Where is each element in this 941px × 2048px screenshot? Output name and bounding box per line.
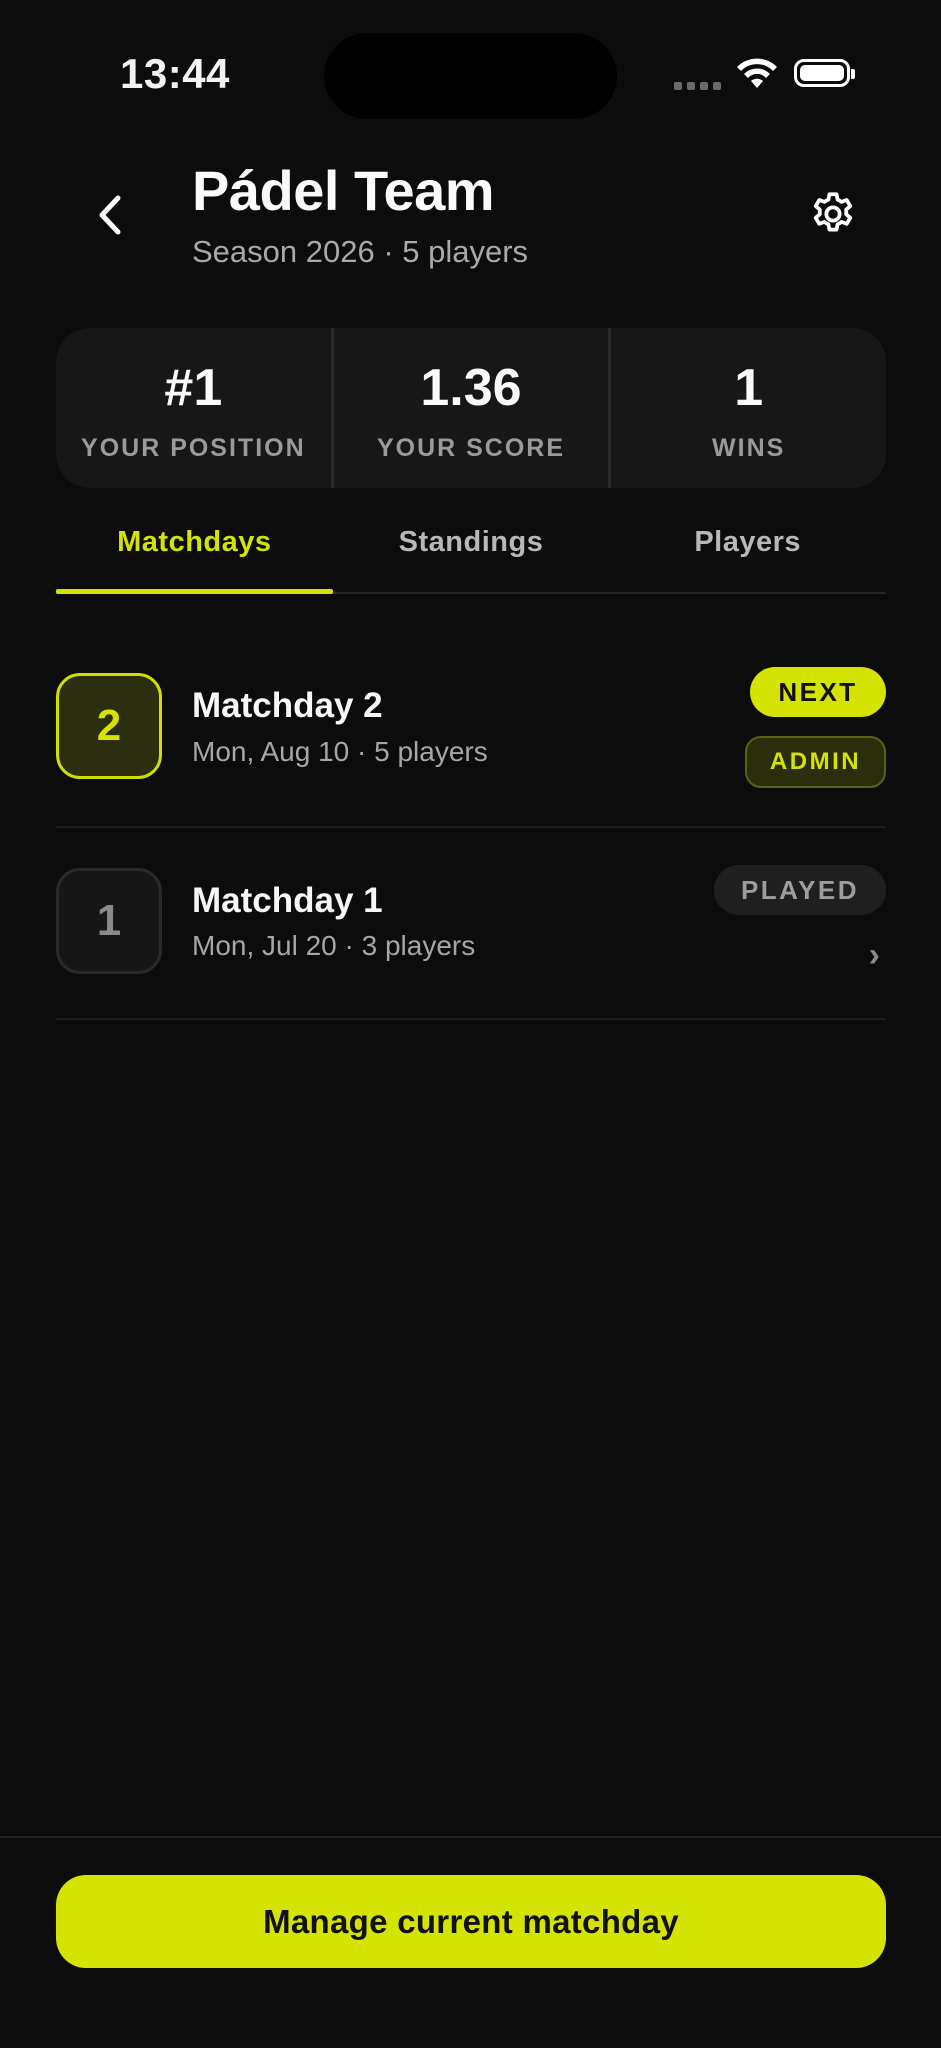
- stat-value: #1: [164, 359, 223, 417]
- played-badge: PLAYED: [714, 865, 886, 915]
- stat-wins: 1 WINS: [608, 328, 886, 488]
- status-time: 13:44: [120, 50, 230, 97]
- bottom-divider: [0, 1836, 941, 1838]
- matchday-subtitle: Mon, Jul 20 · 3 players: [192, 930, 476, 961]
- matchday-subtitle: Mon, Aug 10 · 5 players: [192, 736, 488, 767]
- back-chevron-icon[interactable]: [92, 190, 128, 240]
- dynamic-island: [324, 33, 617, 119]
- matchday-row-1[interactable]: 1 Matchday 1 Mon, Jul 20 · 3 players PLA…: [56, 826, 886, 1020]
- gear-icon[interactable]: [808, 189, 858, 239]
- wifi-icon: [737, 58, 777, 88]
- chevron-right-icon: ›: [868, 936, 880, 974]
- team-screen: 13:44 Pádel Team Season 2026 · 5 players…: [0, 0, 941, 2048]
- matchday-number-badge: 2: [56, 673, 162, 779]
- stat-position: #1 YOUR POSITION: [56, 328, 331, 488]
- battery-icon: [794, 59, 855, 87]
- matchday-title: Matchday 1: [192, 881, 383, 920]
- stat-score: 1.36 YOUR SCORE: [330, 328, 609, 488]
- matchday-title: Matchday 2: [192, 686, 383, 725]
- stat-label: WINS: [712, 434, 786, 462]
- stat-label: YOUR POSITION: [81, 434, 306, 462]
- tab-standings[interactable]: Standings: [333, 512, 610, 592]
- tab-matchdays[interactable]: Matchdays: [56, 512, 333, 594]
- tab-bar: Matchdays Standings Players: [56, 512, 886, 594]
- stat-value: 1: [734, 359, 764, 417]
- signal-icon: [674, 82, 721, 90]
- next-badge: NEXT: [750, 667, 886, 717]
- matchday-row-2[interactable]: 2 Matchday 2 Mon, Aug 10 · 5 players NEX…: [56, 640, 886, 828]
- manage-matchday-button[interactable]: Manage current matchday: [56, 1875, 886, 1968]
- stat-value: 1.36: [420, 359, 522, 417]
- stats-card: #1 YOUR POSITION 1.36 YOUR SCORE 1 WINS: [56, 328, 886, 488]
- page-title: Pádel Team: [192, 159, 495, 222]
- tab-players[interactable]: Players: [609, 512, 886, 592]
- page-subtitle: Season 2026 · 5 players: [192, 234, 529, 269]
- admin-badge: ADMIN: [745, 736, 886, 788]
- stat-label: YOUR SCORE: [376, 434, 566, 462]
- matchday-number-badge: 1: [56, 868, 162, 974]
